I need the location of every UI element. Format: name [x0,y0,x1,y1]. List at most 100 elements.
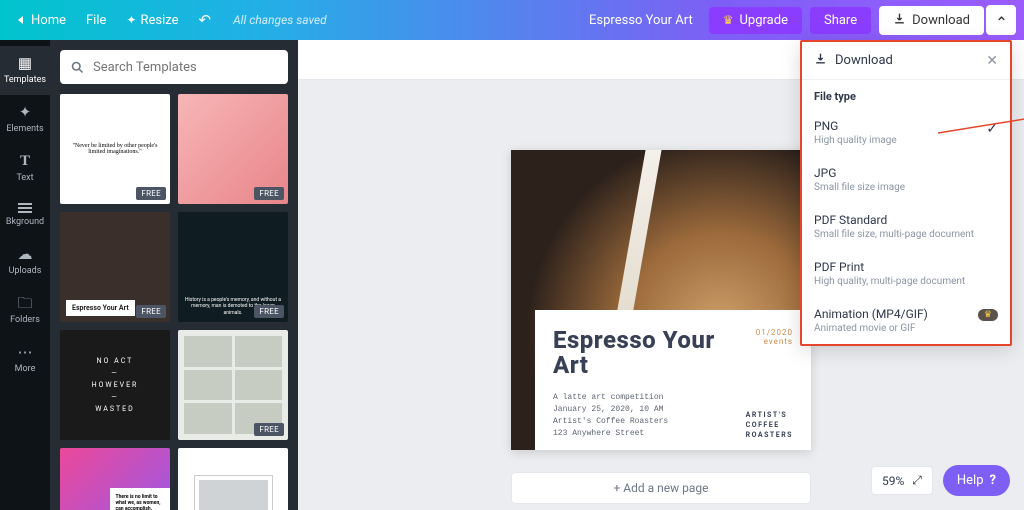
template-thumbnail[interactable]: FREE [178,448,288,510]
home-label: Home [31,13,66,28]
template-thumbnail[interactable]: Espresso Your ArtFREE [60,212,170,322]
help-icon: ? [990,473,996,488]
file-type-title: PNG [814,119,976,133]
undo-button[interactable]: ↶ [188,5,221,35]
design-page[interactable]: Espresso Your Art 01/2020 events A latte… [511,150,811,450]
popover-title: Download [835,53,893,68]
nav-rail: ▦ Templates ✦ Elements T Text Bkground ☁… [0,40,50,510]
templates-icon: ▦ [18,56,32,71]
template-thumbnail[interactable]: There is no limit to what we, as women, … [60,448,170,510]
add-page-label: + Add a new page [614,481,709,495]
file-type-title: Animation (MP4/GIF) [814,307,968,321]
save-status: All changes saved [233,13,327,27]
file-type-option[interactable]: PDF Standard Small file size, multi-page … [802,203,1010,250]
nav-uploads[interactable]: ☁ Uploads [0,237,50,286]
share-label: Share [824,13,857,28]
document-title[interactable]: Espresso Your Art [589,13,693,28]
page-text-card[interactable]: Espresso Your Art 01/2020 events A latte… [535,310,811,450]
download-popover: Download ✕ File type PNG High quality ima… [800,40,1012,346]
resize-icon: ✦ [126,13,136,27]
download-button[interactable]: Download [879,6,984,35]
zoom-value: 59% [882,474,904,488]
close-icon: ✕ [986,53,998,69]
share-button[interactable]: Share [810,7,871,34]
file-type-subtitle: Animated movie or GIF [814,323,968,334]
file-type-option[interactable]: PDF Print High quality, multi-page docume… [802,250,1010,297]
help-button[interactable]: Help ? [943,465,1010,496]
templates-list[interactable]: "Never be limited by other people's limi… [50,94,298,510]
premium-crown-icon: ♛ [978,309,998,321]
file-label: File [86,13,106,28]
file-type-option[interactable]: Animation (MP4/GIF) Animated movie or GIF… [802,297,1010,344]
nav-elements[interactable]: ✦ Elements [0,95,50,144]
file-type-title: PDF Standard [814,213,998,227]
download-icon [814,52,827,69]
fullscreen-icon: ⤢ [912,473,922,488]
nav-folders[interactable]: 🗀 Folders [0,286,50,335]
zoom-control[interactable]: 59% ⤢ [871,466,933,495]
file-type-label: File type [802,80,1010,109]
file-type-title: PDF Print [814,260,998,274]
template-thumbnail[interactable]: "Never be limited by other people's limi… [60,94,170,204]
nav-text-label: Text [16,173,33,183]
template-thumbnail[interactable]: History is a people's memory, and withou… [178,212,288,322]
download-options-button[interactable] [986,5,1016,35]
upgrade-label: Upgrade [740,13,788,28]
resize-button[interactable]: ✦ Resize [116,7,188,34]
nav-text[interactable]: T Text [0,144,50,193]
page-date-tag[interactable]: 01/2020 events [746,328,793,378]
help-label: Help [957,473,984,488]
file-type-subtitle: High quality, multi-page document [814,276,998,287]
crown-icon: ♛ [723,13,734,27]
elements-icon: ✦ [19,105,32,120]
nav-uploads-label: Uploads [9,266,42,276]
add-page-button[interactable]: + Add a new page [511,472,811,504]
file-type-option[interactable]: JPG Small file size image [802,156,1010,203]
search-templates[interactable] [60,50,288,84]
upgrade-button[interactable]: ♛ Upgrade [709,7,802,34]
template-thumbnail[interactable]: FREE [178,94,288,204]
nav-templates[interactable]: ▦ Templates [0,46,50,95]
nav-templates-label: Templates [4,75,46,85]
file-type-subtitle: Small file size, multi-page document [814,229,998,240]
nav-background-label: Bkground [6,217,44,227]
free-badge: FREE [136,305,166,318]
free-badge: FREE [136,187,166,200]
free-badge: FREE [254,423,284,436]
nav-folders-label: Folders [10,315,40,325]
search-input[interactable] [93,60,278,75]
file-menu[interactable]: File [76,7,116,34]
download-icon [893,12,906,29]
chevron-up-icon [996,13,1007,28]
text-icon: T [20,154,30,169]
check-icon: ✓ [986,121,998,137]
download-label: Download [912,13,970,28]
templates-sidebar: "Never be limited by other people's limi… [50,40,298,510]
page-title[interactable]: Espresso Your Art [553,328,732,378]
more-icon: ⋯ [18,345,33,360]
template-thumbnail[interactable]: NO ACT—HOWEVER—WASTED [60,330,170,440]
file-type-subtitle: Small file size image [814,182,998,193]
free-badge: FREE [254,187,284,200]
home-button[interactable]: Home [8,7,76,34]
page-brand[interactable]: ARTIST'S COFFEE ROASTERS [746,411,793,440]
undo-icon: ↶ [198,11,211,29]
nav-more-label: More [15,364,36,374]
background-icon [18,203,32,213]
nav-background[interactable]: Bkground [0,193,50,237]
nav-elements-label: Elements [6,124,43,134]
close-popover-button[interactable]: ✕ [986,53,998,69]
nav-more[interactable]: ⋯ More [0,335,50,384]
cloud-upload-icon: ☁ [18,247,33,262]
file-type-title: JPG [814,166,998,180]
free-badge: FREE [254,305,284,318]
chevron-left-icon [18,16,23,24]
page-details[interactable]: A latte art competition January 25, 2020… [553,392,732,440]
template-thumbnail[interactable]: FREE [178,330,288,440]
search-icon [70,60,85,75]
folder-icon: 🗀 [17,296,32,311]
resize-label: Resize [140,13,178,28]
file-type-subtitle: High quality image [814,135,976,146]
top-bar: Home File ✦ Resize ↶ All changes saved E… [0,0,1024,40]
file-type-option[interactable]: PNG High quality image ✓ [802,109,1010,156]
